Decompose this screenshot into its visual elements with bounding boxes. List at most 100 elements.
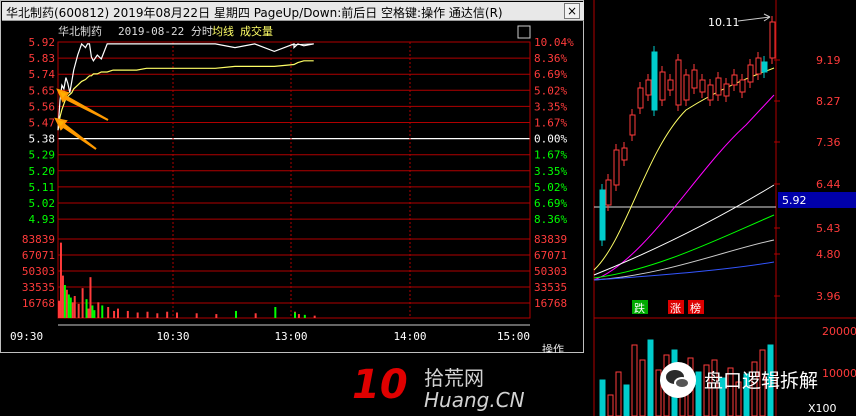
time-label: 09:30 [10, 330, 43, 343]
current-price-label: 5.92 [782, 194, 807, 207]
window-title: 华北制药(600812) 2019年08月22日 星期四 PageUp/Down… [6, 6, 503, 20]
candle [761, 61, 768, 73]
daily-price-tick: 3.96 [816, 290, 841, 303]
candle [755, 57, 762, 75]
annotations [54, 88, 109, 150]
volume-legend-label: 成交量 [240, 24, 273, 38]
ma-line [593, 239, 775, 281]
candle [747, 64, 754, 83]
price-line [57, 42, 314, 131]
volume-tick: 33535 [534, 281, 567, 294]
avg-price-line [57, 60, 314, 131]
candle [769, 21, 776, 59]
high-arrow-icon [737, 13, 771, 22]
candle [621, 147, 628, 161]
ma-line [593, 94, 775, 281]
candle [683, 74, 690, 101]
candle [739, 79, 746, 93]
vol-tick: 10000 [822, 367, 856, 380]
window-titlebar[interactable]: 华北制药(600812) 2019年08月22日 星期四 PageUp/Down… [2, 2, 584, 21]
price-tick: 5.11 [29, 181, 56, 194]
daily-price-tick: 6.44 [816, 178, 841, 191]
price-line-group [57, 42, 314, 131]
high-label: 10.11 [708, 16, 740, 29]
candle [731, 74, 738, 86]
volume-tick: 50303 [22, 265, 55, 278]
price-tick: 5.65 [29, 84, 56, 97]
intraday-popup-window: 华北制药(600812) 2019年08月22日 星期四 PageUp/Down… [0, 0, 584, 353]
candle [715, 77, 722, 96]
daily-price-tick: 7.36 [816, 136, 841, 149]
daily-volume-bar [639, 359, 646, 416]
price-tick: 5.20 [29, 165, 56, 178]
price-tick: 5.74 [29, 68, 56, 81]
volume-tick: 16768 [22, 297, 55, 310]
ops-label[interactable]: 操作 [542, 342, 564, 353]
intraday-chart[interactable]: 5.92 10.04% 5.83 8.36% 5.74 6.69% 5.65 5.02% 5.5… [2, 22, 584, 353]
volume-tick: 16768 [534, 297, 567, 310]
vol-tick: 20000 [822, 325, 856, 338]
pct-tick: 8.36% [534, 213, 567, 226]
price-tick: 5.56 [29, 100, 56, 113]
daily-price-tick: 9.19 [816, 54, 841, 67]
candle [599, 189, 606, 241]
daily-volume-bar [695, 371, 702, 416]
arrow-icon [56, 88, 109, 121]
volume-tick: 83839 [534, 233, 567, 246]
volume-tick: 50303 [534, 265, 567, 278]
close-button[interactable]: × [564, 3, 580, 19]
price-tick: 5.02 [29, 197, 56, 210]
daily-volume-bar [623, 384, 630, 416]
price-tick: 5.47 [29, 117, 56, 130]
ma-line [593, 184, 775, 276]
vol-multiplier: X100 [808, 402, 837, 415]
daily-volume-bar [607, 394, 614, 416]
volume-bars [58, 242, 316, 318]
volume-tick: 67071 [534, 249, 567, 262]
time-label: 15:00 [497, 330, 530, 343]
pct-tick: 5.02% [534, 84, 567, 97]
volume-tick: 83839 [22, 233, 55, 246]
candle [667, 79, 674, 91]
candle [645, 79, 652, 96]
wechat-icon [660, 362, 696, 398]
rank-badge: 涨 [670, 302, 681, 315]
candle [605, 179, 612, 206]
candle [613, 149, 620, 186]
avg-line-label: 均线 [212, 24, 234, 38]
rank-badge: 榜 [690, 301, 701, 315]
candle [651, 51, 658, 111]
daily-volume-bar [631, 344, 638, 416]
pct-tick: 1.67% [534, 117, 567, 130]
daily-price-tick: 4.80 [816, 248, 841, 261]
pct-tick: 0.00% [534, 133, 567, 146]
time-label: 13:00 [274, 330, 307, 343]
plot-frame [57, 41, 531, 319]
daily-price-tick: 8.27 [816, 95, 841, 108]
logo-number: 10 [352, 362, 408, 408]
candle [691, 69, 698, 89]
candle [699, 79, 706, 93]
daily-volume-bar [647, 339, 654, 416]
price-tick: 5.29 [29, 149, 56, 162]
logo-site-name: 拾荒网 [424, 366, 484, 390]
logo-site-url: Huang.CN [424, 388, 525, 412]
zoom-toggle[interactable] [517, 25, 531, 39]
pct-tick: 8.36% [534, 52, 567, 65]
time-label: 10:30 [156, 330, 189, 343]
pct-tick: 5.02% [534, 181, 567, 194]
pct-tick: 1.67% [534, 149, 567, 162]
arrow-icon [54, 117, 97, 150]
candle [629, 114, 636, 136]
daily-kline-panel[interactable]: 9.19 8.27 7.36 6.44 5.43 4.80 3.96 5.92 10.11 跌 涨榜… [586, 0, 856, 416]
chart-grid [57, 41, 531, 326]
volume-tick: 33535 [22, 281, 55, 294]
price-tick: 5.38 [29, 133, 56, 146]
price-tick: 5.83 [29, 52, 56, 65]
price-tick: 5.92 [29, 36, 56, 49]
date-label: 2019-08-22 分时 [118, 25, 213, 38]
pct-tick: 3.35% [534, 100, 567, 113]
watermark-logo: 10 拾荒网 Huang.CN [350, 362, 580, 416]
axis-labels: 5.92 10.04% 5.83 8.36% 5.74 6.69% 5.65 5.02% 5.5… [10, 36, 574, 343]
stock-name: 华北制药 [58, 24, 102, 38]
